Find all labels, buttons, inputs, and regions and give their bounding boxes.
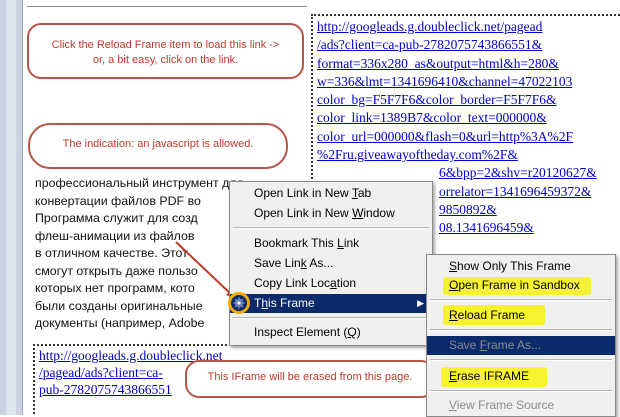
menu-separator [430,329,612,331]
menu-separator [430,299,612,301]
submenu-item-reload-frame[interactable]: Reload Frame [427,306,615,325]
chevron-right-icon: ▶ [417,298,424,308]
menu-item-copy-link-location[interactable]: Copy Link Location [230,274,432,293]
left-scroll-strip [0,0,23,415]
menu-separator [233,317,429,319]
submenu-item-erase-iframe[interactable]: Erase IFRAME [427,367,615,386]
gear-icon [233,297,245,309]
ad-link-line[interactable]: %2Fru.giveawayoftheday.com%2F& [317,146,620,164]
ad-link-line[interactable]: http://googleads.g.doubleclick.net/pagea… [317,18,620,36]
menu-separator [233,227,429,229]
ad-link-line[interactable]: 6&bpp=2&shv=r20120627& [317,164,620,182]
context-menu: Open Link in New Tab Open Link in New Wi… [229,181,433,346]
menu-item-save-link-as[interactable]: Save Link As... [230,254,432,273]
ad-link-line[interactable]: /ads?client=ca-pub-2782075743866551& [317,36,620,54]
submenu-item-view-frame-source[interactable]: View Frame Source [427,396,615,415]
menu-item-bookmark-link[interactable]: Bookmark This Link [230,234,432,253]
reload-hint-line-1: Click the Reload Frame item to load this… [51,39,280,51]
submenu-item-show-only-frame[interactable]: Show Only This Frame [427,257,615,276]
erase-hint-text: This IFrame will be erased from this pag… [207,371,413,383]
menu-separator [430,359,612,361]
submenu-item-save-frame-as[interactable]: Save Frame As... [427,336,615,355]
menu-item-open-new-window[interactable]: Open Link in New Window [230,204,432,223]
ad-link-line[interactable]: format=336x280_as&output=html&h=280& [317,55,620,73]
menu-separator [430,390,612,392]
divider [27,6,307,7]
menu-item-open-new-tab[interactable]: Open Link in New Tab [230,184,432,203]
ad-link-line[interactable]: color_url=000000&flash=0&url=http%3A%2F [317,128,620,146]
reload-hint-callout: Click the Reload Frame item to load this… [27,23,304,79]
reload-hint-line-2: or, a bit easy, click on the link. [92,54,239,66]
erase-hint-callout: This IFrame will be erased from this pag… [185,360,435,398]
menu-item-inspect-element[interactable]: Inspect Element (Q) [230,323,432,342]
frame-submenu: Show Only This Frame Open Frame in Sandb… [426,254,616,417]
indication-text: The indication: an javascript is allowed… [62,138,254,150]
indication-callout: The indication: an javascript is allowed… [28,123,288,169]
menu-item-this-frame[interactable]: This Frame ▶ [230,294,432,313]
ad-link-line[interactable]: color_bg=F5F7F6&color_border=F5F7F6& [317,91,620,109]
ad-link-line[interactable]: color_link=1389B7&color_text=000000& [317,109,620,127]
ad-link-line[interactable]: w=336&lmt=1341696410&channel=47022103 [317,73,620,91]
submenu-item-open-in-sandbox[interactable]: Open Frame in Sandbox [427,276,615,295]
